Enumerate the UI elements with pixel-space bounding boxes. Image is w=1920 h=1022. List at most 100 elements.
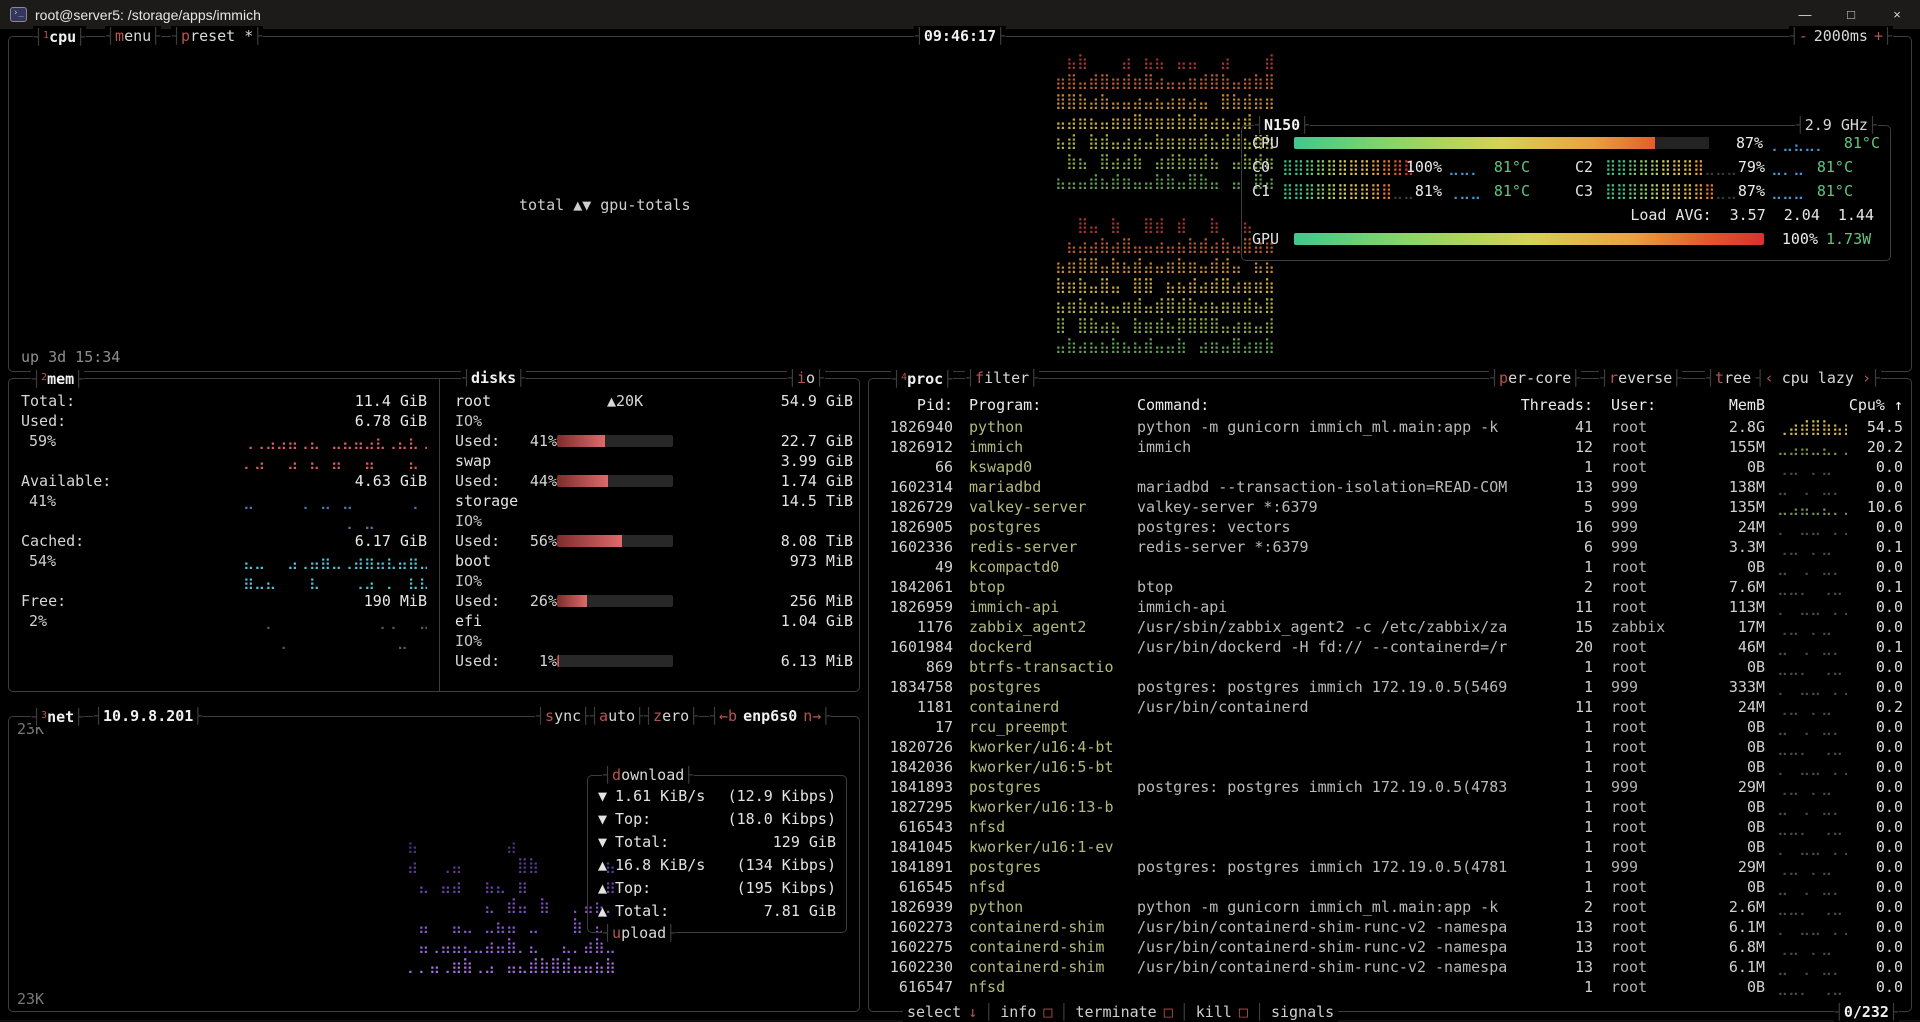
core-percent: 81% [1400, 181, 1442, 201]
close-button[interactable]: × [1874, 0, 1920, 29]
mem-stats: Total:11.4 GiBUsed:6.78 GiB59%⢀⢀⣠⣠⣤⢀⣄⠀⣀⣄… [21, 391, 427, 651]
window-controls: — □ × [1782, 0, 1920, 29]
uptime-label: up 3d 15:34 [21, 347, 120, 367]
process-mem: 0B [1689, 877, 1765, 897]
process-row[interactable]: 1826940pythonpython -m gunicorn immich_m… [879, 417, 1901, 437]
column-program[interactable]: Program: [953, 395, 1133, 415]
process-row[interactable]: 17rcu_preempt1root0B⣀⠀⢀⠀⣀⡀⠀⡀0.0 [879, 717, 1901, 737]
process-row[interactable]: 1834758postgrespostgres: postgres immich… [879, 677, 1901, 697]
column-mem[interactable]: MemB [1689, 395, 1765, 415]
process-row[interactable]: 1841893postgrespostgres: postgres immich… [879, 777, 1901, 797]
refresh-increase-button[interactable]: + [1874, 27, 1883, 45]
process-row[interactable]: 1820726kworker/u16:4-bt1root0B⣀⣀⡀⠀⢀⣀⠀⡀0.… [879, 737, 1901, 757]
column-threads[interactable]: Threads: [1517, 395, 1593, 415]
net-zero-button[interactable]: zero [643, 706, 699, 726]
process-pid: 1841045 [879, 837, 953, 857]
net-stat-label: Top: [615, 809, 651, 829]
process-threads: 1 [1517, 457, 1593, 477]
signals-action[interactable]: signals [1271, 1002, 1334, 1022]
process-row[interactable]: 1826959immich-apiimmich-api11root113M⡀⠀⣀… [879, 597, 1901, 617]
process-cpu: 0.0 [1847, 737, 1903, 757]
kill-action[interactable]: kill□ [1196, 1002, 1255, 1022]
process-row[interactable]: 1602273containerd-shim/usr/bin/container… [879, 917, 1901, 937]
download-label: download [602, 765, 694, 785]
process-threads: 5 [1517, 497, 1593, 517]
process-row[interactable]: 1176zabbix_agent2/usr/sbin/zabbix_agent2… [879, 617, 1901, 637]
mem-box-label[interactable]: 2mem [31, 368, 84, 389]
process-row[interactable]: 616545nfsd1root0B⣀⠀⢀⠀⣀⡀⠀⡀0.0 [879, 877, 1901, 897]
process-mem: 6.1M [1689, 957, 1765, 977]
action-key: ↓ [968, 1003, 977, 1021]
net-stat-value: (195 Kibps) [737, 878, 836, 898]
process-row[interactable]: 1602336redis-serverredis-server *:637969… [879, 537, 1901, 557]
process-row[interactable]: 616543nfsd1root0B⣀⣀⡀⠀⢀⣀⠀⡀0.0 [879, 817, 1901, 837]
mem-used-graph: ⢀⢀⣠⣠⣤⢀⣄⠀⣀⣄⣤⣠⣆⢀⣄⣆⢀⣆⣆⣆⡀⣠⠀⠀⣠⠀⣄⠀⣤⠀⠀⣤⠀⠀⠀⣄⠀⠀⠀⣄ [243, 431, 427, 471]
process-row[interactable]: 49kcompactd01root0B⣀⠀⢀⠀⣀⡀⠀⡀0.0 [879, 557, 1901, 577]
process-cpu: 0.0 [1847, 477, 1903, 497]
select-action[interactable]: select↓ [907, 1002, 984, 1022]
process-cpu: 0.0 [1847, 777, 1903, 797]
menu-button[interactable]: menu [105, 26, 161, 46]
process-row[interactable]: 1826939pythonpython -m gunicorn immich_m… [879, 897, 1901, 917]
process-row[interactable]: 66kswapd01root0B⢀⣀⠀⡀⣀⠀⠀⣀0.0 [879, 457, 1901, 477]
process-row[interactable]: 1842036kworker/u16:5-bt1root0B⡀⠀⣀⣀⠀⡀⣀⠀0.… [879, 757, 1901, 777]
process-mem: 2.6M [1689, 897, 1765, 917]
process-row[interactable]: 1826905postgrespostgres: vectors1699924M… [879, 517, 1901, 537]
refresh-decrease-button[interactable]: - [1799, 27, 1808, 45]
proc-per-core-toggle[interactable]: per-core [1489, 368, 1581, 388]
process-row[interactable]: 1601984dockerd/usr/bin/dockerd -H fd:// … [879, 637, 1901, 657]
process-row[interactable]: 1842061btopbtop2root7.6M⣀⣀⡀⠀⢀⣀⠀⡀0.1 [879, 577, 1901, 597]
interface-prev-button[interactable]: ←b [719, 707, 737, 725]
maximize-button[interactable]: □ [1828, 0, 1874, 29]
disk-used-row: Used:1%6.13 MiB [455, 651, 853, 671]
process-cpu-graph: ⣀⣠⣤⣀⣄⡀⣀⠀ [1765, 497, 1847, 517]
net-box-label[interactable]: 3net [31, 706, 84, 727]
process-row[interactable]: 1826912immichimmich12root155M⣀⣠⣤⣀⣄⡀⣀⠀20.… [879, 437, 1901, 457]
column-user[interactable]: User: [1593, 395, 1689, 415]
graph-scale-toggle[interactable]: total ▲▼ gpu-totals [519, 195, 691, 215]
proc-tree-toggle[interactable]: tree [1705, 368, 1761, 388]
process-row[interactable]: 1181containerd/usr/bin/containerd11root2… [879, 697, 1901, 717]
proc-box-label[interactable]: 4proc [891, 368, 953, 389]
disk-io-row: IO% [455, 411, 853, 431]
disks-io-toggle[interactable]: io [787, 368, 825, 388]
disk-used-percent: 56% [530, 531, 557, 551]
process-cpu: 0.0 [1847, 797, 1903, 817]
sort-direction-icon: ↑ [1894, 396, 1903, 414]
net-sync-button[interactable]: sync [535, 706, 591, 726]
mem-stat-value: 190 MiB [364, 591, 427, 611]
process-pid: 1841893 [879, 777, 953, 797]
process-pid: 1842036 [879, 757, 953, 777]
process-row[interactable]: 1841045kworker/u16:1-ev1root0B⡀⠀⣀⣀⠀⡀⣀⠀0.… [879, 837, 1901, 857]
process-row[interactable]: 1827295kworker/u16:13-b1root0B⣀⠀⢀⠀⣀⡀⠀⡀0.… [879, 797, 1901, 817]
net-auto-button[interactable]: auto [589, 706, 645, 726]
process-row[interactable]: 1602275containerd-shim/usr/bin/container… [879, 937, 1901, 957]
sort-next-button[interactable]: › [1862, 369, 1871, 387]
minimize-button[interactable]: — [1782, 0, 1828, 29]
column-pid[interactable]: Pid: [879, 395, 953, 415]
process-pid: 1602314 [879, 477, 953, 497]
column-command[interactable]: Command: [1133, 395, 1517, 415]
action-key: □ [1164, 1003, 1173, 1021]
disks-box-label[interactable]: disks [461, 368, 526, 388]
terminate-action[interactable]: terminate□ [1075, 1002, 1179, 1022]
process-row[interactable]: 616547nfsd1root0B⣀⣀⡀⠀⢀⣀⠀⡀0.0 [879, 977, 1901, 997]
proc-filter-button[interactable]: filter [965, 368, 1039, 388]
process-row[interactable]: 1602230containerd-shim/usr/bin/container… [879, 957, 1901, 977]
column-cpu[interactable]: Cpu% ↑ [1847, 395, 1903, 415]
interface-next-button[interactable]: n→ [803, 707, 821, 725]
process-threads: 1 [1517, 737, 1593, 757]
process-row[interactable]: 869btrfs-transactio1root0B⣀⣀⡀⠀⢀⣀⠀⡀0.0 [879, 657, 1901, 677]
process-row[interactable]: 1826729valkey-servervalkey-server *:6379… [879, 497, 1901, 517]
process-command: mariadbd --transaction-isolation=READ-CO… [1133, 477, 1517, 497]
process-row[interactable]: 1841891postgrespostgres: postgres immich… [879, 857, 1901, 877]
cpu-box-label[interactable]: 1cpu [33, 26, 86, 47]
info-action[interactable]: info□ [1000, 1002, 1059, 1022]
mem-disks-divider [439, 379, 440, 691]
sort-prev-button[interactable]: ‹ [1765, 369, 1774, 387]
preset-button[interactable]: preset * [171, 26, 263, 46]
proc-reverse-toggle[interactable]: reverse [1599, 368, 1682, 388]
process-row[interactable]: 1602314mariadbdmariadbd --transaction-is… [879, 477, 1901, 497]
process-program: containerd-shim [953, 937, 1133, 957]
core-percent: 79% [1723, 157, 1765, 177]
